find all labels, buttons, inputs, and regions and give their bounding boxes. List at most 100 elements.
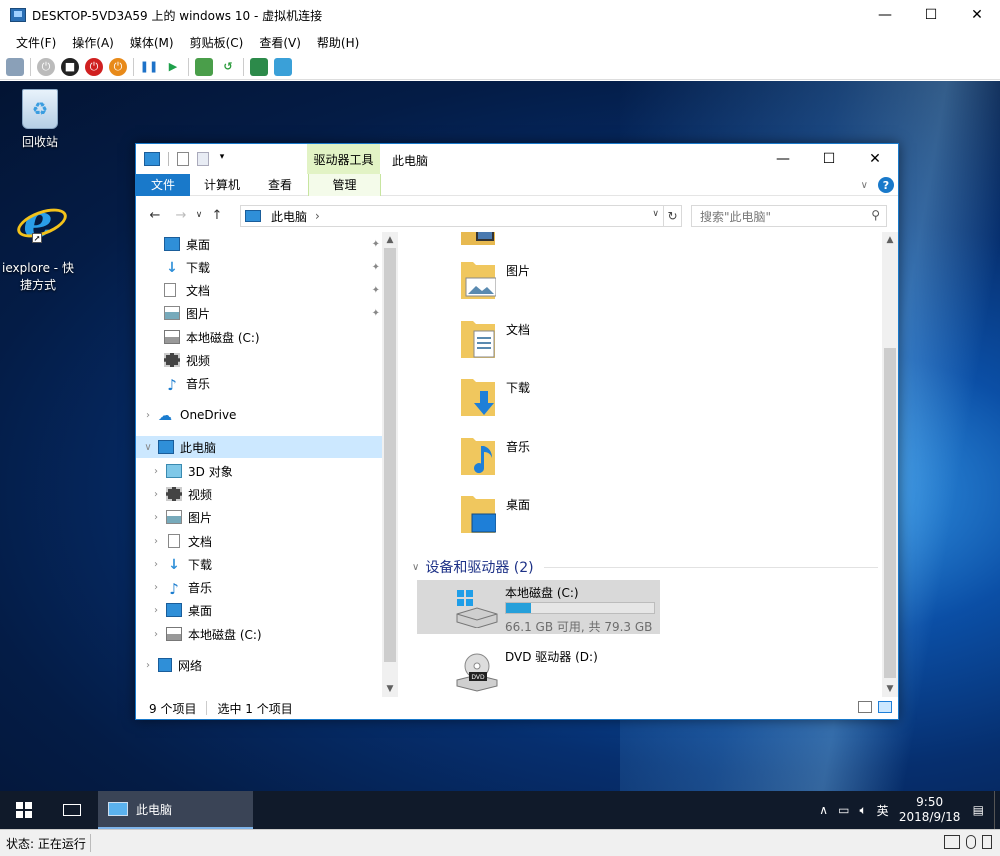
address-dropdown-icon[interactable]: ∨	[652, 209, 659, 219]
clock[interactable]: 9:50 2018/9/18	[899, 795, 961, 825]
address-box[interactable]: 此电脑 › ∨	[240, 205, 664, 227]
menu-clipboard[interactable]: 剪贴板(C)	[182, 34, 252, 51]
taskbar-app-this-pc[interactable]: 此电脑	[98, 791, 253, 829]
nav-item-video[interactable]: › 视频	[136, 483, 382, 505]
start-vm-icon[interactable]: ⏻	[37, 57, 55, 76]
vm-minimize-button[interactable]: —	[862, 0, 908, 30]
nav-item-desktop[interactable]: › 桌面	[136, 599, 382, 621]
customize-qa-icon[interactable]: ▾	[217, 152, 227, 166]
address-crumb[interactable]: 此电脑	[271, 208, 307, 225]
expand-chevron-icon[interactable]: ›	[150, 629, 162, 640]
scroll-up-icon[interactable]: ▲	[882, 232, 898, 248]
content-pane-scrollbar[interactable]: ▲ ▼	[882, 232, 898, 697]
drive-d-dvd[interactable]: DVD DVD 驱动器 (D:)	[417, 644, 660, 698]
menu-view[interactable]: 查看(V)	[251, 34, 309, 51]
expand-chevron-icon[interactable]: ›	[142, 410, 154, 421]
expand-chevron-icon[interactable]: ›	[150, 582, 162, 593]
new-folder-icon[interactable]	[197, 152, 209, 166]
devices-and-drives-header[interactable]: ∨ 设备和驱动器 (2)	[412, 556, 878, 578]
scroll-down-icon[interactable]: ▼	[882, 681, 898, 697]
ctrl-alt-del-icon[interactable]	[6, 57, 24, 76]
save-state-icon[interactable]: ⏻	[109, 57, 127, 76]
turn-off-icon[interactable]: ■	[61, 57, 79, 76]
menu-action[interactable]: 操作(A)	[64, 34, 122, 51]
scroll-up-icon[interactable]: ▲	[382, 232, 398, 248]
folder-desktop[interactable]: 桌面	[460, 490, 760, 540]
collapse-chevron-icon[interactable]: ∨	[142, 442, 154, 453]
nav-item-music[interactable]: › ♪ 音乐	[136, 576, 382, 598]
scrollbar-thumb[interactable]	[384, 248, 396, 662]
shut-down-icon[interactable]: ⏻	[85, 57, 103, 76]
refresh-button[interactable]: ↻	[664, 205, 682, 227]
enhanced-session-icon[interactable]	[250, 57, 268, 76]
forward-button[interactable]: →	[172, 208, 190, 223]
expand-chevron-icon[interactable]: ›	[150, 536, 162, 547]
nav-item-download[interactable]: › ↓ 下载	[136, 553, 382, 575]
vm-close-button[interactable]: ✕	[954, 0, 1000, 30]
nav-item-3d-objects[interactable]: › 3D 对象	[136, 460, 382, 482]
expand-chevron-icon[interactable]: ›	[150, 466, 162, 477]
nav-item-quick-pictures[interactable]: 图片 ✦	[136, 302, 382, 324]
resume-icon[interactable]: ▶	[164, 58, 182, 76]
show-hidden-icons-icon[interactable]: ∧	[819, 803, 828, 817]
tab-manage[interactable]: 管理	[308, 173, 382, 196]
nav-item-this-pc[interactable]: ∨ 此电脑	[136, 436, 382, 458]
tab-view[interactable]: 查看	[254, 174, 306, 196]
search-input[interactable]: 搜索"此电脑" ⚲	[691, 205, 887, 227]
nav-item-quick-desktop[interactable]: 桌面 ✦	[136, 233, 382, 255]
explorer-minimize-button[interactable]: —	[760, 144, 806, 174]
ime-indicator[interactable]: 英	[877, 802, 889, 819]
properties-icon[interactable]	[177, 152, 189, 166]
nav-item-quick-documents[interactable]: 文档 ✦	[136, 279, 382, 301]
menu-media[interactable]: 媒体(M)	[122, 34, 182, 51]
menu-file[interactable]: 文件(F)	[8, 34, 64, 51]
expand-chevron-icon[interactable]: ›	[142, 660, 154, 671]
back-button[interactable]: ←	[146, 208, 164, 223]
vm-maximize-button[interactable]: ☐	[908, 0, 954, 30]
expand-chevron-icon[interactable]: ›	[150, 489, 162, 500]
share-icon[interactable]	[274, 57, 292, 76]
start-button[interactable]	[0, 791, 48, 829]
drive-c[interactable]: 本地磁盘 (C:) 66.1 GB 可用, 共 79.3 GB	[417, 580, 660, 634]
nav-item-documents[interactable]: › 文档	[136, 530, 382, 552]
up-button[interactable]: ↑	[208, 208, 226, 223]
scroll-down-icon[interactable]: ▼	[382, 681, 398, 697]
folder-music[interactable]: 音乐	[460, 432, 760, 482]
nav-item-quick-drive-c[interactable]: 本地磁盘 (C:)	[136, 326, 382, 348]
nav-item-pictures[interactable]: › 图片	[136, 506, 382, 528]
expand-chevron-icon[interactable]: ›	[150, 559, 162, 570]
folder-download[interactable]: 下载	[460, 373, 760, 423]
scrollbar-thumb[interactable]	[884, 348, 896, 678]
large-icons-view-icon[interactable]	[878, 701, 892, 713]
expand-chevron-icon[interactable]: ›	[150, 512, 162, 523]
desktop-icon-iexplore[interactable]: e ↗ iexplore - 快 捷方式	[0, 185, 76, 293]
revert-icon[interactable]: ↺	[219, 58, 237, 76]
explorer-maximize-button[interactable]: ☐	[806, 144, 852, 174]
menu-help[interactable]: 帮助(H)	[309, 34, 367, 51]
nav-item-quick-download[interactable]: ↓ 下载 ✦	[136, 256, 382, 278]
network-tray-icon[interactable]: ▭	[838, 803, 849, 817]
tab-computer[interactable]: 计算机	[190, 174, 254, 196]
folder-documents[interactable]: 文档	[460, 315, 760, 365]
folder-video[interactable]	[460, 232, 760, 252]
checkpoint-icon[interactable]	[195, 57, 213, 76]
nav-item-network[interactable]: › 网络	[136, 654, 382, 676]
nav-pane-scrollbar[interactable]: ▲ ▼	[382, 232, 398, 697]
nav-item-quick-video[interactable]: 视频	[136, 349, 382, 371]
pause-icon[interactable]: ❚❚	[140, 58, 158, 76]
expand-ribbon-icon[interactable]: ∨	[861, 180, 868, 191]
details-view-icon[interactable]	[858, 701, 872, 713]
volume-icon[interactable]: 🔈︎	[859, 803, 866, 818]
help-icon[interactable]: ?	[878, 177, 894, 193]
recent-locations-icon[interactable]: ∨	[190, 210, 208, 220]
folder-pictures[interactable]: 图片	[460, 256, 760, 306]
expand-chevron-icon[interactable]: ›	[150, 605, 162, 616]
collapse-chevron-icon[interactable]: ∨	[412, 562, 419, 573]
nav-item-quick-music[interactable]: ♪ 音乐	[136, 372, 382, 394]
nav-item-onedrive[interactable]: › ☁ OneDrive	[136, 404, 382, 426]
explorer-close-button[interactable]: ✕	[852, 144, 898, 174]
nav-item-drive-c[interactable]: › 本地磁盘 (C:)	[136, 623, 382, 645]
breadcrumb-chevron-icon[interactable]: ›	[315, 209, 320, 223]
desktop-icon-recycle-bin[interactable]: 回收站	[2, 89, 78, 150]
tab-file[interactable]: 文件	[136, 173, 190, 196]
